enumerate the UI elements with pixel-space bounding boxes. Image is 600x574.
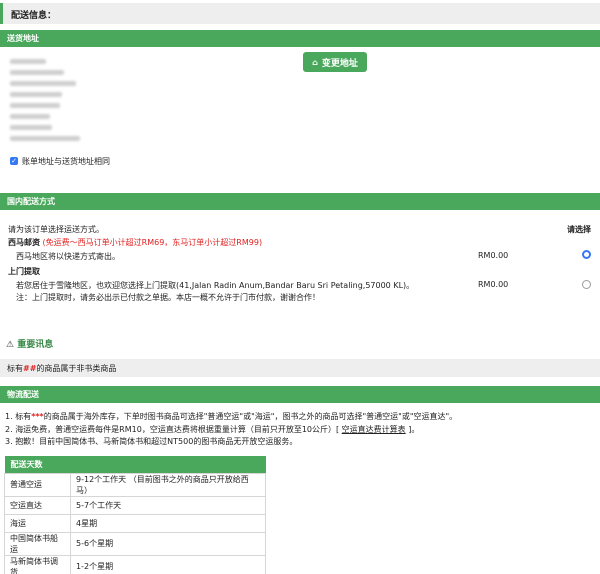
logistics-item-1: 1. 标有***的商品属于海外库存，下单时图书商品可选择"普通空运"或"海运"，…	[5, 411, 457, 422]
option-west-malaysia-desc: 西马地区将以快递方式寄出。	[16, 252, 120, 261]
shipping-instruction: 请为该订单选择运送方式。	[8, 225, 104, 234]
shipping-address-title: 送货地址	[7, 34, 39, 43]
logistics-item-2: 2. 海运免费，普通空运费每件是RM10，空运直达费将根据重量计算（目前只开放至…	[5, 424, 419, 435]
logistics-item-3: 3. 抱歉！目前中国简体书、马新简体书和超过NT500的图书商品无开放空运服务。	[5, 436, 297, 447]
home-icon: ⌂	[312, 57, 318, 67]
days-cell: 4星期	[70, 513, 266, 533]
same-address-checkbox[interactable]: ✓	[10, 157, 18, 165]
important-heading: ⚠ 重要讯息	[6, 337, 53, 350]
notice-mark: ##	[23, 364, 37, 373]
change-address-label: 变更地址	[321, 58, 358, 69]
item-pre: 抱歉！目前中国简体书、马新简体书和超过NT500的图书商品无开放空运服务。	[15, 437, 298, 446]
change-address-button[interactable]: ⌂ 变更地址	[303, 52, 367, 72]
table-row: 中国简体书船运 5-6个星期	[4, 531, 266, 556]
domestic-shipping-title: 国内配送方式	[7, 197, 55, 206]
notice-pre: 标有	[7, 364, 23, 373]
days-cell: 9-12个工作天 （目前图书之外的商品只开放给西马）	[70, 472, 266, 497]
page-header: 配送信息：	[0, 3, 600, 24]
radio-pickup[interactable]	[582, 280, 591, 289]
logistics-title: 物流配送	[7, 390, 39, 399]
option-pickup-name: 上门提取	[8, 267, 40, 276]
table-row: 普通空运 9-12个工作天 （目前图书之外的商品只开放给西马）	[4, 472, 266, 497]
table-row: 海运 4星期	[4, 513, 266, 533]
non-book-notice: 标有##的商品属于非书类商品	[7, 363, 116, 374]
option-pickup-note: 注：上门提取时，请务必出示已付款之单据。本店一概不允许于门市付款，谢谢合作！	[16, 293, 320, 302]
air-direct-fee-link[interactable]: 空运直达费计算表	[342, 425, 406, 434]
warning-icon: ⚠	[6, 340, 15, 350]
item-pre: 海运免费，普通空运费每件是RM10，空运直达费将根据重量计算（目前只开放至10公…	[15, 425, 342, 434]
non-book-notice-bar: 标有##的商品属于非书类商品	[0, 359, 600, 377]
option-pickup-desc: 若您居住于雪隆地区，也欢迎您选择上门提取(41,Jalan Radin Anum…	[16, 281, 415, 290]
method-cell: 空运直达	[4, 495, 71, 515]
item-num: 2.	[5, 425, 13, 434]
option-west-malaysia-title: 西马邮资 (免运费～西马订单小计超过RM69，东马订单小计超过RM99)	[8, 237, 262, 248]
method-cell: 马新简体书调货	[4, 554, 71, 574]
option-west-malaysia-name: 西马邮资	[8, 238, 40, 247]
shipping-address-bar: 送货地址	[0, 30, 600, 47]
radio-west-malaysia[interactable]	[582, 250, 591, 259]
days-cell: 1-2个星期	[70, 554, 266, 574]
method-cell: 普通空运	[4, 472, 71, 497]
select-header: 请选择	[567, 225, 591, 234]
logistics-bar: 物流配送	[0, 386, 600, 403]
option-pickup-price: RM0.00	[478, 280, 509, 289]
item-pre: 标有	[15, 412, 32, 421]
item-num: 3.	[5, 437, 13, 446]
item-mark: ***	[31, 412, 44, 421]
domestic-shipping-bar: 国内配送方式	[0, 193, 600, 210]
table-row: 空运直达 5-7个工作天	[4, 495, 266, 515]
days-cell: 5-7个工作天	[70, 495, 266, 515]
days-cell: 5-6个星期	[70, 531, 266, 556]
delivery-days-header: 配送天数	[4, 456, 266, 473]
free-shipping-promo: (免运费～西马订单小计超过RM69，东马订单小计超过RM99)	[42, 238, 263, 247]
item-num: 1.	[5, 412, 13, 421]
notice-post: 的商品属于非书类商品	[36, 364, 117, 373]
option-west-malaysia-price: RM0.00	[478, 251, 509, 260]
delivery-days-table: 配送天数 普通空运 9-12个工作天 （目前图书之外的商品只开放给西马） 空运直达…	[4, 456, 266, 574]
page-title: 配送信息：	[11, 11, 57, 21]
important-title: 重要讯息	[17, 340, 54, 350]
same-address-label: 账单地址与送货地址相同	[22, 157, 110, 166]
method-cell: 中国简体书船运	[4, 531, 71, 556]
table-row: 马新简体书调货 1-2个星期	[4, 554, 266, 574]
item-post: 的商品属于海外库存，下单时图书商品可选择"普通空运"或"海运"，图书之外的商品可…	[43, 412, 458, 421]
method-cell: 海运	[4, 513, 71, 533]
item-post: ]。	[405, 425, 420, 434]
